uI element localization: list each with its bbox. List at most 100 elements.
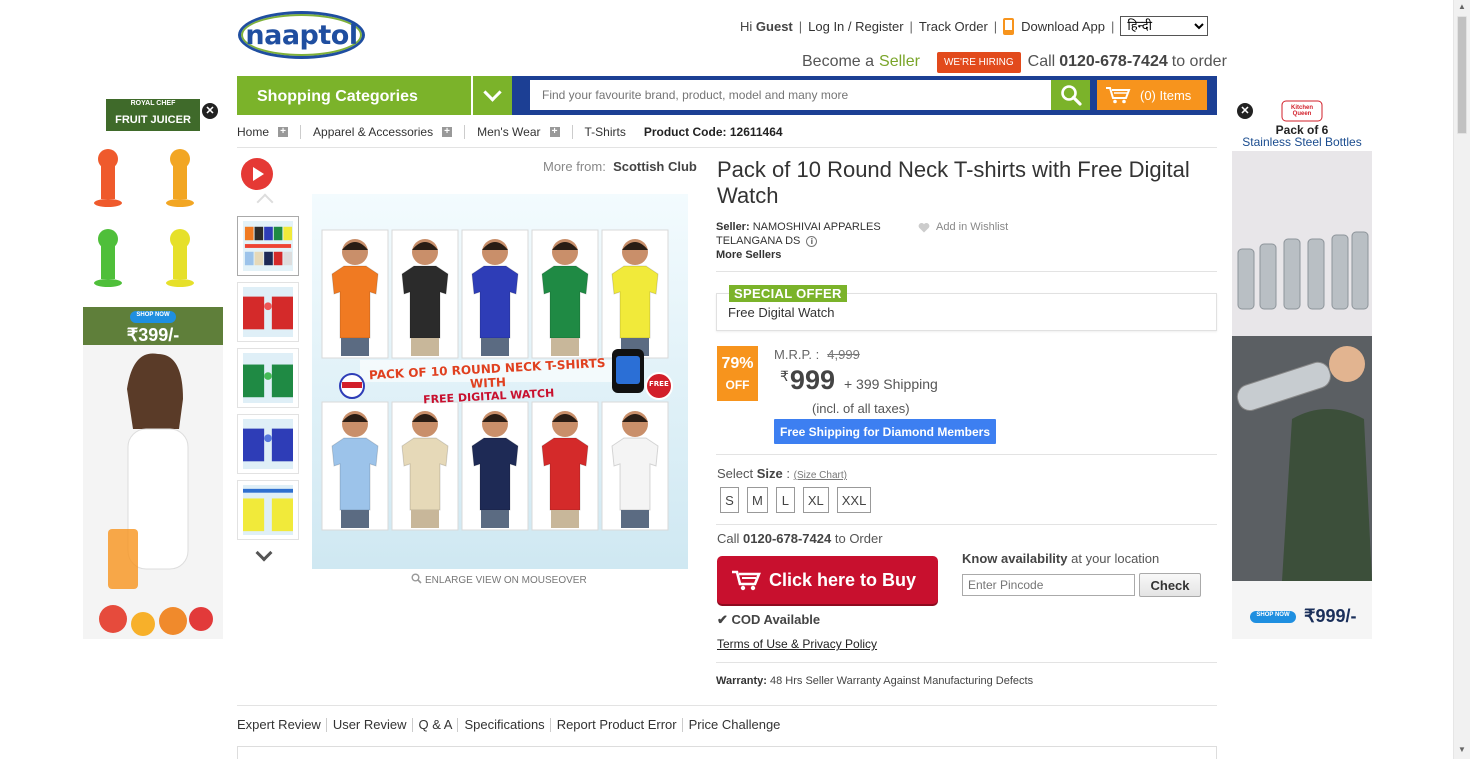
right-banner-ad[interactable]: Kitchen Queen Pack of 6 Stainless Steel … (1232, 99, 1372, 639)
breadcrumb-tshirts[interactable]: T-Shirts (585, 125, 626, 139)
track-order-link[interactable]: Track Order (919, 19, 988, 34)
diamond-shipping-button[interactable]: Free Shipping for Diamond Members (774, 419, 996, 444)
greeting-user: Guest (755, 18, 793, 34)
thumbnail-1[interactable] (237, 216, 299, 276)
warranty-text: 48 Hrs Seller Warranty Against Manufactu… (770, 675, 1034, 687)
thumbnail-3[interactable] (237, 348, 299, 408)
tab-report-error[interactable]: Report Product Error (557, 717, 682, 732)
thumbnail-image (243, 485, 293, 535)
search-input[interactable] (530, 80, 1051, 110)
discount-badge: 79% OFF (717, 346, 758, 401)
thumbnail-image (243, 353, 293, 403)
call-prefix: Call (1027, 53, 1056, 70)
breadcrumb-mens-wear[interactable]: Men's Wear (477, 125, 540, 139)
shopping-cart-icon (732, 570, 761, 591)
tab-q-and-a[interactable]: Q & A (419, 717, 458, 732)
shopping-categories-button[interactable]: Shopping Categories (237, 76, 471, 115)
price-value: 999 (789, 365, 835, 395)
more-sellers-link[interactable]: More Sellers (716, 249, 781, 261)
buy-label: Click here to Buy (769, 569, 917, 590)
size-options: S M L XL XXL (720, 487, 872, 513)
model-pants (481, 338, 509, 356)
thumbnail-up-arrow-icon[interactable] (256, 193, 274, 211)
checkmark-icon: ✔ (717, 612, 728, 627)
become-seller-link[interactable]: Seller (879, 53, 920, 71)
bottles-ad-image (1232, 99, 1372, 639)
warranty-label: Warranty: (716, 675, 767, 687)
scroll-up-arrow-icon[interactable]: ▲ (1458, 2, 1466, 11)
language-select[interactable]: हिन्दी (1120, 16, 1209, 36)
model-pants (551, 510, 579, 528)
greeting-prefix: Hi (740, 18, 753, 34)
more-from-brand-link[interactable]: Scottish Club (613, 159, 697, 174)
select-label: Select (717, 466, 754, 481)
terms-privacy-link[interactable]: Terms of Use & Privacy Policy (717, 637, 877, 651)
seller-label: Seller: (716, 221, 750, 233)
cart-button[interactable]: (0) Items (1097, 80, 1207, 110)
left-banner-ad[interactable]: ROYAL CHEF FRUIT JUICER SHOP NOW ₹399/- (83, 99, 223, 639)
thumbnail-2[interactable] (237, 282, 299, 342)
size-option-xxl[interactable]: XXL (836, 487, 872, 513)
left-ad-close-icon[interactable]: ✕ (202, 103, 218, 119)
page-scrollbar[interactable]: ▲ ▼ (1453, 0, 1470, 759)
special-offer-tag: SPECIAL OFFER (729, 285, 847, 302)
thumbnail-4[interactable] (237, 414, 299, 474)
download-app-link[interactable]: Download App (1021, 19, 1105, 34)
size-option-l[interactable]: L (775, 487, 795, 513)
play-video-icon[interactable] (241, 158, 273, 190)
hiring-badge[interactable]: WE'RE HIRING (936, 51, 1021, 73)
main-product-image[interactable]: PACK OF 10 ROUND NECK T-SHIRTS WITH FREE… (312, 194, 688, 569)
availability-bold: Know availability (962, 551, 1068, 566)
right-ad-brand: Kitchen Queen (1290, 105, 1313, 117)
thumbnail-5[interactable] (237, 480, 299, 540)
size-option-xl[interactable]: XL (802, 487, 829, 513)
thumbnail-image (243, 287, 293, 337)
product-title: Pack of 10 Round Neck T-shirts with Free… (717, 157, 1190, 208)
size-option-s[interactable]: S (720, 487, 739, 513)
left-ad-price: ₹399/- (126, 325, 180, 345)
magnifier-icon (411, 573, 422, 584)
tab-expert-review[interactable]: Expert Review (237, 717, 326, 732)
size-selector-label: Select Size : (Size Chart) (717, 466, 847, 481)
price: ₹ 999 + 399 Shipping (780, 365, 938, 396)
buy-button[interactable]: Click here to Buy (717, 556, 938, 604)
add-to-wishlist[interactable]: Add in Wishlist (918, 221, 1008, 233)
tab-user-review[interactable]: User Review (333, 717, 412, 732)
seller-info: Seller: NAMOSHIVAI APPARLES TELANGANA DS… (716, 220, 906, 262)
login-register-link[interactable]: Log In / Register (808, 19, 903, 34)
search-button[interactable] (1051, 80, 1090, 110)
call-suffix: to order (1171, 53, 1227, 70)
size-option-m[interactable]: M (747, 487, 768, 513)
naaptol-logo[interactable]: naaptol (238, 11, 365, 59)
mrp-label: M.R.P. : (774, 347, 820, 362)
breadcrumb-home[interactable]: Home (237, 125, 269, 139)
shopping-cart-icon (1106, 87, 1131, 104)
cod-label: COD Available (731, 612, 821, 627)
size-chart-link[interactable]: (Size Chart) (794, 470, 847, 481)
special-offer-text: Free Digital Watch (728, 305, 835, 320)
mrp-value: 4,999 (827, 347, 860, 362)
right-ad-close-icon[interactable]: ✕ (1237, 103, 1253, 119)
left-ad-headline: FRUIT JUICER (115, 114, 191, 126)
more-from-label: More from: (543, 159, 606, 174)
model-pants (411, 510, 439, 528)
info-icon[interactable]: i (806, 236, 818, 247)
plus-icon[interactable]: + (442, 127, 453, 137)
thumbnail-down-arrow-icon[interactable] (255, 544, 273, 562)
warranty: Warranty: 48 Hrs Seller Warranty Against… (716, 675, 1033, 687)
tab-price-challenge[interactable]: Price Challenge (689, 717, 786, 732)
review-panel (237, 746, 1217, 759)
plus-icon[interactable]: + (278, 127, 289, 137)
plus-icon[interactable]: + (549, 127, 560, 137)
availability-rest: at your location (1071, 551, 1160, 566)
tab-specifications[interactable]: Specifications (464, 717, 549, 732)
discount-off: OFF (725, 378, 750, 392)
pincode-input[interactable] (962, 574, 1135, 596)
chevron-down-icon[interactable] (471, 76, 512, 115)
breadcrumb-apparel[interactable]: Apparel & Accessories (313, 125, 433, 139)
logo-text: naaptol (245, 19, 358, 51)
enlarge-label: ENLARGE VIEW ON MOUSEOVER (425, 575, 587, 586)
scroll-down-arrow-icon[interactable]: ▼ (1458, 745, 1466, 754)
scrollbar-thumb[interactable] (1457, 16, 1467, 134)
check-pincode-button[interactable]: Check (1139, 573, 1201, 597)
